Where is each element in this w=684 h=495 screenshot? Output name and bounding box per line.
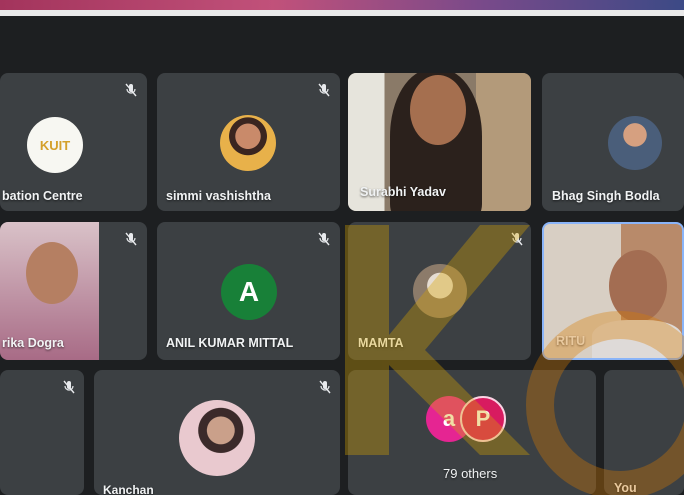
mic-off-icon [125, 232, 137, 246]
mic-off-icon [318, 232, 330, 246]
avatar [608, 116, 662, 170]
avatar [413, 264, 467, 318]
top-banner-strip [0, 0, 684, 10]
participant-tile[interactable]: A ANIL KUMAR MITTAL [157, 222, 340, 360]
others-tile[interactable]: a P 79 others [348, 370, 596, 495]
logo-avatar: KUIT [27, 117, 83, 173]
mic-off-icon [125, 83, 137, 97]
participant-video[interactable]: Surabhi Yadav [348, 73, 531, 211]
top-bezel [0, 10, 684, 16]
participant-tile[interactable]: Kanchan [94, 370, 340, 495]
participant-name: Kanchan [103, 483, 154, 495]
participant-tile[interactable] [0, 370, 84, 495]
participant-name: You [614, 481, 637, 495]
participant-tile[interactable]: Bhag Singh Bodla [542, 73, 684, 211]
participant-name: Surabhi Yadav [360, 185, 446, 199]
participant-name: bation Centre [2, 189, 83, 203]
logo-text: KUIT [39, 137, 71, 153]
self-tile[interactable]: You [604, 370, 684, 495]
video-body [592, 320, 682, 358]
participant-video-active[interactable]: RITU [542, 222, 684, 360]
avatar [220, 115, 276, 171]
others-avatar-p: P [460, 396, 506, 442]
mic-off-icon [511, 232, 523, 246]
participant-name: Bhag Singh Bodla [552, 189, 660, 203]
participant-tile[interactable]: KUIT bation Centre [0, 73, 147, 211]
mic-off-icon [319, 380, 331, 394]
participant-tile[interactable]: simmi vashishtha [157, 73, 340, 211]
mic-off-icon [318, 83, 330, 97]
participant-name: ANIL KUMAR MITTAL [166, 336, 294, 350]
participant-name: MAMTA [358, 336, 404, 350]
others-count: 79 others [443, 466, 498, 481]
video-face [609, 250, 667, 322]
video-face [410, 75, 466, 145]
video-face [26, 242, 78, 304]
participant-name: RITU [556, 334, 586, 348]
participant-tile[interactable]: MAMTA [348, 222, 531, 360]
participant-name: rika Dogra [2, 336, 64, 350]
mic-off-icon [63, 380, 75, 394]
participant-video[interactable]: rika Dogra [0, 222, 147, 360]
avatar-initial: A [221, 264, 277, 320]
avatar [179, 400, 255, 476]
participant-name: simmi vashishtha [166, 189, 271, 203]
